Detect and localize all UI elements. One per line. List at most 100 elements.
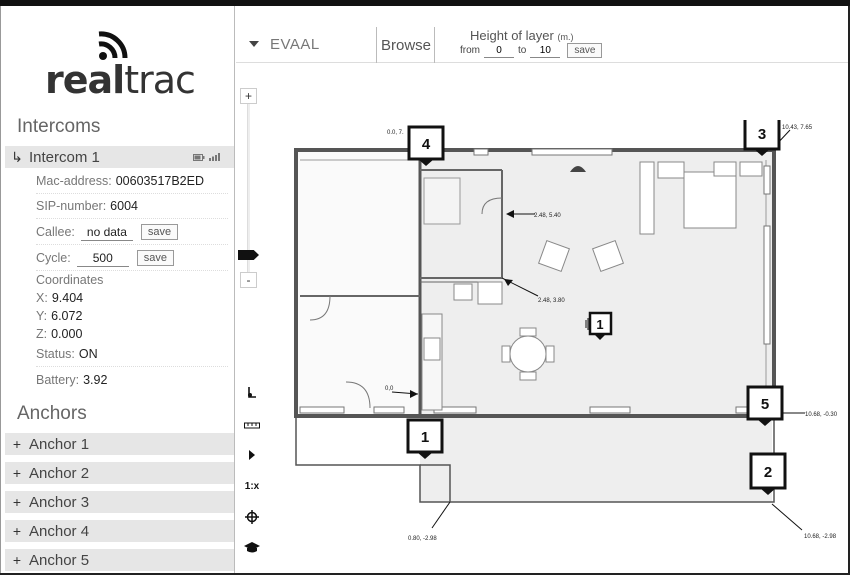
callee-save-button[interactable]: save: [140, 224, 179, 240]
zoom-slider: + -: [238, 88, 259, 290]
nightstand: [739, 161, 763, 177]
window: [763, 165, 771, 195]
plus-icon: +: [12, 523, 22, 539]
floor-entry: [298, 152, 420, 414]
coord-label: 0.0, 7.: [387, 130, 404, 136]
svg-text:4: 4: [422, 136, 431, 153]
dropdown-arrow-icon[interactable]: [249, 41, 259, 47]
coord-label: 2.48, 5.40: [534, 213, 561, 219]
expand-arrow-icon: ↳: [11, 148, 23, 165]
sink: [453, 283, 473, 301]
plus-icon: +: [12, 436, 22, 452]
zoom-in-button[interactable]: +: [240, 88, 257, 104]
plus-icon: +: [12, 465, 22, 481]
wardrobe: [657, 161, 685, 179]
coord-label: 10.43, 7.65: [782, 125, 813, 131]
anchor-item-1[interactable]: + Anchor 1: [5, 433, 234, 455]
svg-text:1: 1: [596, 317, 603, 332]
bed: [683, 171, 737, 229]
height-save-button[interactable]: save: [567, 43, 603, 58]
intercoms-title: Intercoms: [17, 116, 101, 137]
anchor-marker-4[interactable]: 4: [407, 125, 445, 166]
stove: [423, 337, 441, 361]
anchor-item-5[interactable]: + Anchor 5: [5, 549, 234, 571]
svg-text:1: 1: [421, 429, 429, 446]
svg-text:2: 2: [764, 464, 772, 481]
battery-value: 3.92: [83, 372, 108, 387]
toolbar-divider: [434, 27, 435, 63]
cycle-row: Cycle: save: [36, 246, 228, 271]
status-value: ON: [78, 347, 98, 361]
coord-x: X: 9.404: [36, 291, 84, 305]
chair: [501, 345, 511, 363]
status-row: Status: ON: [36, 342, 228, 367]
kitchen-counter: [421, 313, 443, 411]
sidebar: realtrac Intercoms ↳ Intercom 1 Mac-addr…: [1, 6, 235, 573]
project-name[interactable]: EVAAL: [270, 36, 320, 53]
zoom-track[interactable]: [247, 104, 250, 272]
floor-plan-map[interactable]: 0,0 0.0, 7. 10.43, 7.65 2.48, 5.40 2.48,…: [270, 120, 845, 550]
coord-label: 0,0: [385, 386, 394, 392]
graduation-cap-icon[interactable]: [243, 539, 261, 557]
coord-label: 10.68, -2.98: [804, 534, 837, 540]
chair: [519, 327, 537, 337]
play-icon[interactable]: [243, 446, 261, 464]
callee-input[interactable]: [80, 223, 133, 241]
mac-value: 00603517B2ED: [115, 174, 205, 188]
cabinet: [477, 281, 503, 305]
logo-text: realtrac: [45, 58, 196, 102]
scale-tool[interactable]: 1:x: [243, 477, 261, 495]
floor-terrace: [420, 414, 772, 502]
chair: [519, 371, 537, 381]
anchor-marker-1[interactable]: 1: [406, 418, 444, 459]
cycle-input[interactable]: [76, 249, 129, 267]
ruler-icon[interactable]: [243, 415, 261, 433]
anchor-item-4[interactable]: + Anchor 4: [5, 520, 234, 542]
dining-table: [509, 335, 547, 373]
anchor-item-2[interactable]: + Anchor 2: [5, 462, 234, 484]
zoom-handle[interactable]: [238, 250, 259, 260]
anchor-marker-2[interactable]: 2: [749, 452, 787, 495]
browse-button[interactable]: Browse: [381, 37, 431, 54]
toolbar-divider: [376, 27, 377, 63]
callee-row: Callee: save: [36, 220, 228, 245]
plus-icon: +: [12, 494, 22, 510]
zoom-out-button[interactable]: -: [240, 272, 257, 288]
nightstand: [713, 161, 737, 177]
intercom-label: Intercom 1: [29, 148, 100, 166]
plus-icon: +: [12, 552, 22, 568]
coordinates: Coordinates X: 9.404 Y: 6.072 Z: 0.000: [36, 271, 228, 343]
crosshair-icon[interactable]: [243, 508, 261, 526]
wardrobe: [639, 161, 655, 235]
map-toolbar: EVAAL Browse Height of layer (m.) from t…: [236, 27, 848, 63]
sip-number: SIP-number: 6004: [36, 194, 228, 219]
battery-icon: [193, 153, 205, 161]
height-range: from to save: [460, 43, 603, 58]
svg-text:5: 5: [761, 396, 769, 413]
window: [531, 148, 613, 156]
window: [473, 148, 489, 156]
height-of-layer-title: Height of layer (m.): [470, 28, 574, 43]
pin-tool-icon[interactable]: [243, 384, 261, 402]
intercom-item-1[interactable]: ↳ Intercom 1: [5, 146, 234, 168]
coordinates-title: Coordinates: [36, 273, 104, 287]
svg-text:3: 3: [758, 126, 766, 143]
battery-row: Battery: 3.92: [36, 372, 108, 387]
chair: [545, 345, 555, 363]
coord-z: Z: 0.000: [36, 327, 83, 341]
height-from-input[interactable]: [484, 43, 514, 58]
anchor-marker-5[interactable]: 5: [746, 385, 784, 426]
cycle-save-button[interactable]: save: [136, 250, 174, 266]
coord-y: Y: 6.072: [36, 309, 83, 323]
anchors-title: Anchors: [17, 403, 87, 424]
window: [589, 406, 631, 414]
coord-label: 10.68, -0.30: [805, 412, 838, 418]
anchor-item-3[interactable]: + Anchor 3: [5, 491, 234, 513]
mac-address: Mac-address: 00603517B2ED: [36, 169, 228, 194]
height-to-input[interactable]: [530, 43, 561, 58]
coord-label: 0.80, -2.98: [408, 536, 437, 542]
logo: realtrac: [45, 28, 205, 102]
window: [763, 225, 771, 345]
bathroom-fixture: [423, 177, 461, 225]
sip-value: 6004: [110, 199, 138, 213]
